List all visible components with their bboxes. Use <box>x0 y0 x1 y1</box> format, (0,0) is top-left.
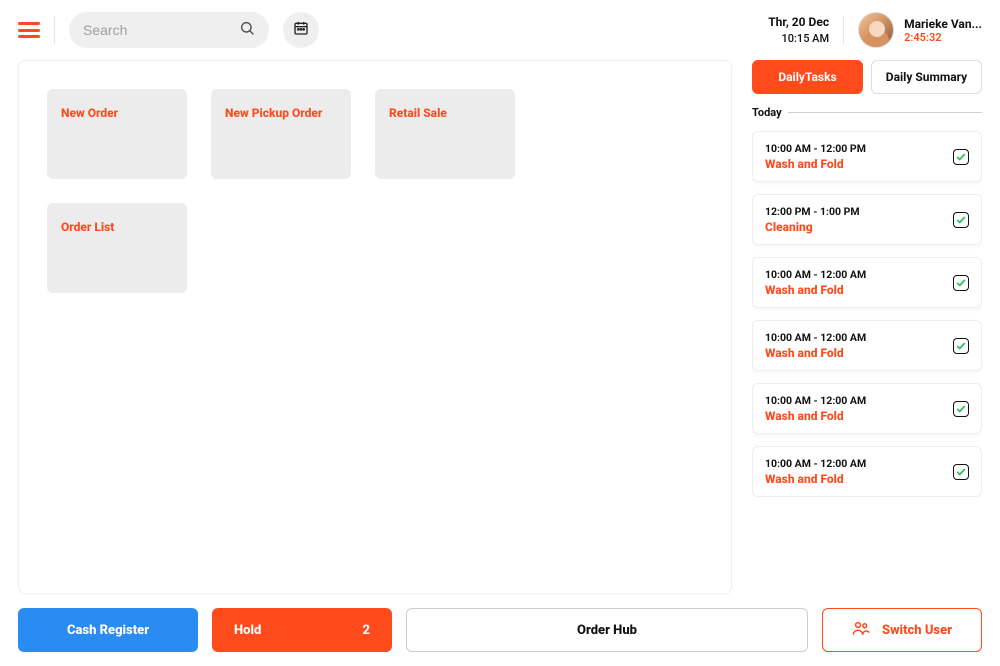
action-card-label: Retail Sale <box>389 105 489 121</box>
task-title: Wash and Fold <box>765 409 866 423</box>
user-name: Marieke Van... <box>904 17 982 31</box>
task-item[interactable]: 10:00 AM - 12:00 AM Wash and Fold <box>752 383 982 434</box>
checkmark-icon[interactable] <box>953 464 969 480</box>
action-card-new-pickup-order[interactable]: New Pickup Order <box>211 89 351 179</box>
task-title: Cleaning <box>765 220 860 234</box>
action-card-order-list[interactable]: Order List <box>47 203 187 293</box>
task-time: 10:00 AM - 12:00 PM <box>765 142 866 155</box>
main-panel: New Order New Pickup Order Retail Sale Orde… <box>18 60 732 594</box>
cash-register-button[interactable]: Cash Register <box>18 608 198 652</box>
datetime-display: Thr, 20 Dec 10:15 AM <box>768 14 829 46</box>
task-title: Wash and Fold <box>765 472 866 486</box>
today-label: Today <box>752 106 982 119</box>
task-time: 10:00 AM - 12:00 AM <box>765 268 866 281</box>
divider <box>54 16 55 44</box>
users-icon <box>852 619 870 641</box>
checkmark-icon[interactable] <box>953 401 969 417</box>
checkmark-icon[interactable] <box>953 338 969 354</box>
checkmark-icon[interactable] <box>953 212 969 228</box>
calendar-icon <box>293 20 309 40</box>
current-date: Thr, 20 Dec <box>768 14 829 31</box>
task-title: Wash and Fold <box>765 283 866 297</box>
task-item[interactable]: 12:00 PM - 1:00 PM Cleaning <box>752 194 982 245</box>
action-card-new-order[interactable]: New Order <box>47 89 187 179</box>
order-hub-button[interactable]: Order Hub <box>406 608 808 652</box>
hold-label: Hold <box>234 623 261 638</box>
calendar-button[interactable] <box>283 12 319 48</box>
session-timer: 2:45:32 <box>904 31 982 44</box>
tab-daily-summary[interactable]: Daily Summary <box>871 60 982 94</box>
checkmark-icon[interactable] <box>953 275 969 291</box>
task-item[interactable]: 10:00 AM - 12:00 AM Wash and Fold <box>752 320 982 371</box>
avatar <box>858 12 894 48</box>
search-input[interactable] <box>83 22 223 38</box>
task-time: 10:00 AM - 12:00 AM <box>765 394 866 407</box>
task-item[interactable]: 10:00 AM - 12:00 PM Wash and Fold <box>752 131 982 182</box>
menu-icon[interactable] <box>18 22 40 38</box>
action-card-label: New Pickup Order <box>225 105 325 121</box>
switch-user-button[interactable]: Switch User <box>822 608 982 652</box>
task-time: 10:00 AM - 12:00 AM <box>765 457 866 470</box>
tab-daily-tasks[interactable]: DailyTasks <box>752 60 863 94</box>
task-item[interactable]: 10:00 AM - 12:00 AM Wash and Fold <box>752 257 982 308</box>
action-card-retail-sale[interactable]: Retail Sale <box>375 89 515 179</box>
action-card-label: New Order <box>61 105 161 121</box>
task-title: Wash and Fold <box>765 346 866 360</box>
search-input-wrapper[interactable] <box>69 12 269 48</box>
switch-user-label: Switch User <box>882 623 952 638</box>
task-time: 12:00 PM - 1:00 PM <box>765 205 860 218</box>
search-icon <box>239 20 255 40</box>
action-card-label: Order List <box>61 219 161 235</box>
task-time: 10:00 AM - 12:00 AM <box>765 331 866 344</box>
hold-button[interactable]: Hold 2 <box>212 608 392 652</box>
divider <box>843 16 844 44</box>
current-time: 10:15 AM <box>768 31 829 46</box>
task-title: Wash and Fold <box>765 157 866 171</box>
user-profile[interactable]: Marieke Van... 2:45:32 <box>858 12 982 48</box>
hold-count: 2 <box>363 623 371 638</box>
task-item[interactable]: 10:00 AM - 12:00 AM Wash and Fold <box>752 446 982 497</box>
checkmark-icon[interactable] <box>953 149 969 165</box>
